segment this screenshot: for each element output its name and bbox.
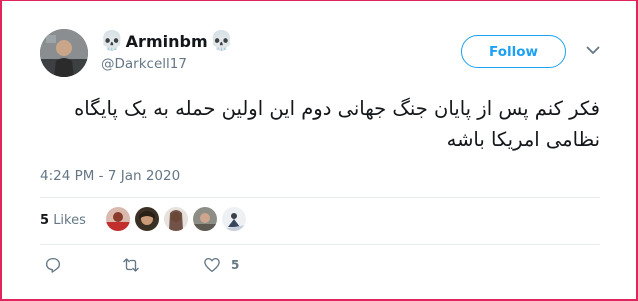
display-name[interactable]: Arminbm [126,32,208,51]
author-name-row[interactable]: 💀 Arminbm 💀 [100,31,233,51]
divider-bottom [40,244,600,245]
like-action[interactable]: 5 [203,256,239,274]
likes-label: Likes [53,213,86,228]
liker-avatar[interactable] [135,207,159,231]
tweet-text: فکر کنم پس از پایان جنگ جهانی دوم این او… [74,97,600,151]
tweet-card: 💀 Arminbm 💀 @Darkcell17 Follow فکر کنم پ… [0,0,638,301]
follow-button[interactable]: Follow [461,35,566,68]
divider-top [40,197,600,198]
skull-emoji-left: 💀 [100,30,124,52]
liker-avatar[interactable] [222,207,246,231]
avatar[interactable] [40,29,88,77]
reply-icon [45,257,61,273]
reply-action[interactable] [44,256,62,274]
like-count: 5 [231,258,240,272]
heart-icon [204,257,220,273]
retweet-action[interactable] [122,256,140,274]
liker-avatar[interactable] [164,207,188,231]
likes-count: 5 [40,213,50,228]
retweet-icon [123,258,139,272]
likes-stat[interactable]: 5 Likes [40,213,86,228]
skull-emoji-right: 💀 [209,30,234,52]
user-handle[interactable]: @Darkcell17 [101,56,187,72]
profile-photo [40,29,88,77]
liker-avatar[interactable] [106,207,130,231]
liker-avatar[interactable] [193,207,217,231]
likers-avatars [106,207,246,231]
tweet-timestamp[interactable]: 4:24 PM - 7 Jan 2020 [40,168,180,184]
chevron-down-icon[interactable] [584,41,602,59]
action-bar: 5 [2,256,638,280]
